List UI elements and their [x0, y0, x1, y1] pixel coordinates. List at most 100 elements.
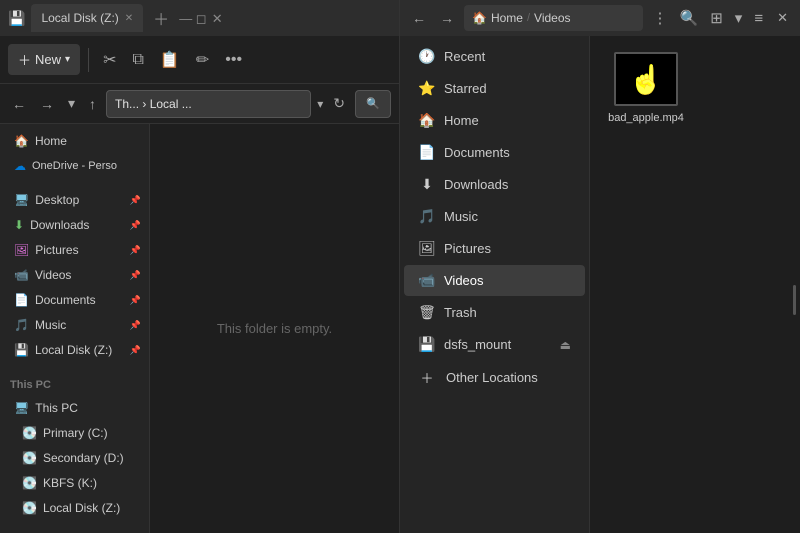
sidebar-item-localdisk-z[interactable]: 💽 Local Disk (Z:): [4, 496, 145, 520]
empty-message: This folder is empty.: [217, 321, 332, 336]
rs-starred-label: Starred: [444, 81, 487, 96]
refresh-button[interactable]: ↻: [329, 91, 349, 116]
left-title-bar: 💾 Local Disk (Z:) ✕ ＋ — ◻ ✕: [0, 0, 399, 36]
sidebar-onedrive-label: OneDrive - Perso: [32, 160, 117, 172]
music-icon: 🎵: [14, 318, 29, 332]
sidebar-videos-label: Videos: [35, 268, 71, 282]
sidebar-item-onedrive[interactable]: ☁ OneDrive - Perso: [4, 154, 145, 178]
sidebar-home-label: Home: [35, 134, 67, 148]
eject-icon[interactable]: ⏏: [560, 338, 571, 352]
right-address-bar[interactable]: 🏠 Home / Videos: [464, 5, 643, 31]
left-sidebar: 🏠 Home ☁ OneDrive - Perso 🖥 Desktop 📌 ⬇ …: [0, 124, 150, 533]
sidebar-item-documents[interactable]: 📄 Documents 📌: [4, 288, 145, 312]
rs-trash-icon: 🗑: [418, 304, 436, 321]
rs-item-home[interactable]: 🏠 Home: [404, 105, 585, 136]
rs-music-icon: 🎵: [418, 208, 436, 225]
documents-icon: 📄: [14, 293, 29, 307]
left-file-area: This folder is empty.: [150, 124, 399, 533]
pin-icon-3: 📌: [130, 245, 141, 256]
rename-button[interactable]: ✏: [190, 46, 215, 74]
starred-icon: ⭐: [418, 80, 436, 97]
left-main-area: 🏠 Home ☁ OneDrive - Perso 🖥 Desktop 📌 ⬇ …: [0, 124, 399, 533]
rs-item-trash[interactable]: 🗑 Trash: [404, 297, 585, 328]
forward-button[interactable]: →: [36, 92, 58, 116]
sidebar-item-videos[interactable]: 📹 Videos 📌: [4, 263, 145, 287]
sidebar-item-this-pc[interactable]: 🖥 This PC: [4, 396, 145, 420]
rs-videos-label: Videos: [444, 273, 484, 288]
home-icon-breadcrumb: 🏠: [472, 11, 487, 25]
up-button[interactable]: ↑: [85, 92, 100, 116]
sidebar-item-downloads[interactable]: ⬇ Downloads 📌: [4, 213, 145, 237]
rs-item-pictures[interactable]: 🖼 Pictures: [404, 233, 585, 264]
sidebar-item-desktop[interactable]: 🖥 Desktop 📌: [4, 188, 145, 212]
rs-item-other-locations[interactable]: ＋ Other Locations: [404, 361, 585, 394]
minimize-button[interactable]: —: [179, 12, 191, 24]
tab-label: Local Disk (Z:): [41, 11, 118, 25]
sidebar-localdisk-z-label: Local Disk (Z:): [43, 501, 120, 515]
address-input[interactable]: [106, 90, 311, 118]
tab-close-icon[interactable]: ✕: [125, 13, 133, 24]
rs-item-documents[interactable]: 📄 Documents: [404, 137, 585, 168]
new-button[interactable]: ＋ New ▾: [8, 44, 80, 75]
sidebar-item-home[interactable]: 🏠 Home: [4, 129, 145, 153]
breadcrumb-current: Videos: [534, 11, 570, 25]
sidebar-downloads-label: Downloads: [30, 218, 89, 232]
file-thumbnail: ☝: [614, 52, 678, 106]
sidebar-secondary-label: Secondary (D:): [43, 451, 124, 465]
pin-icon-4: 📌: [130, 270, 141, 281]
active-tab[interactable]: Local Disk (Z:) ✕: [31, 4, 143, 32]
right-files-area: ☝ bad_apple.mp4: [590, 36, 800, 533]
rs-home-label: Home: [444, 113, 479, 128]
rs-downloads-icon: ⬇: [418, 176, 436, 193]
rs-trash-label: Trash: [444, 305, 477, 320]
rs-item-dsfs[interactable]: 💾 dsfs_mount ⏏: [404, 329, 585, 360]
tab-bar: Local Disk (Z:) ✕ ＋ — ◻ ✕: [31, 4, 391, 32]
sidebar-this-pc-label: This PC: [35, 401, 78, 415]
new-tab-button[interactable]: ＋: [147, 4, 175, 32]
downloads-icon: ⬇: [14, 218, 24, 232]
left-address-bar: ← → ▾ ↑ ▾ ↻ 🔍: [0, 84, 399, 124]
sidebar-item-secondary[interactable]: 💽 Secondary (D:): [4, 446, 145, 470]
right-view-chevron[interactable]: ▾: [731, 5, 747, 31]
recent-icon: 🕐: [418, 48, 436, 65]
maximize-button[interactable]: ◻: [195, 12, 207, 24]
right-title-bar: ← → 🏠 Home / Videos ⋮ 🔍 ⊞ ▾ ≡ ✕: [400, 0, 800, 36]
rs-item-recent[interactable]: 🕐 Recent: [404, 41, 585, 72]
addr-dropdown-button[interactable]: ▾: [317, 97, 323, 111]
left-window: 💾 Local Disk (Z:) ✕ ＋ — ◻ ✕ ＋ New ▾ ✂ ⧉ …: [0, 0, 400, 533]
sidebar-item-pictures[interactable]: 🖼 Pictures 📌: [4, 238, 145, 262]
sidebar-pictures-label: Pictures: [35, 243, 78, 257]
right-view-grid-button[interactable]: ⊞: [706, 5, 727, 31]
copy-button[interactable]: ⧉: [126, 47, 149, 73]
file-item-bad-apple[interactable]: ☝ bad_apple.mp4: [606, 52, 686, 124]
pin-icon-6: 📌: [130, 320, 141, 331]
rs-item-starred[interactable]: ⭐ Starred: [404, 73, 585, 104]
rs-dsfs-icon: 💾: [418, 336, 436, 353]
right-forward-button[interactable]: →: [436, 6, 458, 30]
cut-button[interactable]: ✂: [97, 46, 122, 74]
sidebar-item-primary[interactable]: 💽 Primary (C:): [4, 421, 145, 445]
rs-item-downloads[interactable]: ⬇ Downloads: [404, 169, 585, 200]
videos-icon: 📹: [14, 268, 29, 282]
more-button[interactable]: •••: [219, 47, 248, 73]
close-button[interactable]: ✕: [211, 12, 223, 24]
rs-item-videos[interactable]: 📹 Videos: [404, 265, 585, 296]
scrollbar[interactable]: [793, 285, 796, 315]
rs-item-music[interactable]: 🎵 Music: [404, 201, 585, 232]
sidebar-kbfs-label: KBFS (K:): [43, 476, 97, 490]
right-view-list-button[interactable]: ≡: [750, 5, 767, 31]
paste-button[interactable]: 📋: [154, 46, 186, 74]
back-button[interactable]: ←: [8, 92, 30, 116]
right-more-button[interactable]: ⋮: [649, 5, 672, 31]
right-close-button[interactable]: ✕: [773, 6, 792, 30]
onedrive-icon: ☁: [14, 159, 26, 173]
new-button-label: New: [35, 52, 61, 67]
right-back-button[interactable]: ←: [408, 6, 430, 30]
sidebar-item-kbfs[interactable]: 💽 KBFS (K:): [4, 471, 145, 495]
sidebar-item-music[interactable]: 🎵 Music 📌: [4, 313, 145, 337]
sidebar-item-localdisk[interactable]: 💾 Local Disk (Z:) 📌: [4, 338, 145, 362]
search-button[interactable]: 🔍: [355, 90, 391, 118]
down-arrow-button[interactable]: ▾: [64, 91, 79, 116]
sidebar-documents-label: Documents: [35, 293, 96, 307]
right-search-button[interactable]: 🔍: [676, 5, 703, 31]
